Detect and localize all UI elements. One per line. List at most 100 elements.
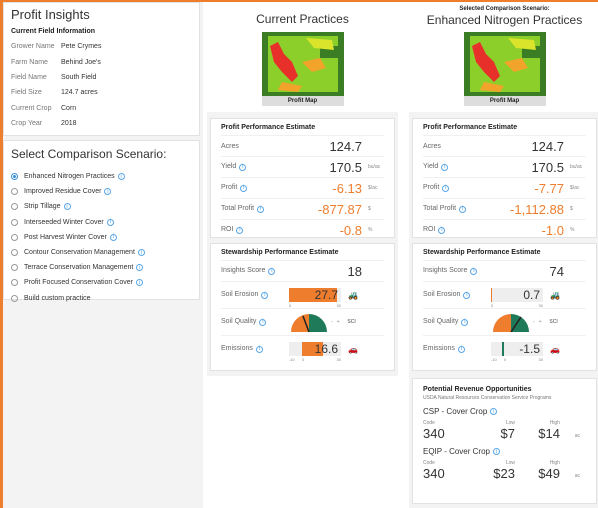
field-info-row: Grower Name Pete Crymes <box>11 39 192 54</box>
opportunities-note: USDA Natural Resources Conservation Serv… <box>423 395 552 401</box>
erosion-bar: 0.7 0 30 <box>491 288 543 308</box>
roi-value: -1.0 <box>541 222 564 238</box>
scenario-option-label: Interseeded Winter Cover <box>24 218 104 226</box>
info-icon[interactable]: i <box>137 249 145 257</box>
score-label: Insights Score i <box>221 267 281 275</box>
radio-button[interactable] <box>11 249 18 257</box>
program-code: 340 <box>423 426 445 441</box>
scenario-option[interactable]: Enhanced Nitrogen Practices i <box>11 169 192 184</box>
current-stewardship-panel: Stewardship Performance Estimate Insight… <box>210 243 395 371</box>
info-icon[interactable]: i <box>239 163 247 171</box>
info-icon[interactable]: i <box>136 264 144 272</box>
quality-min: - <box>331 319 333 325</box>
total-profit-unit: $ <box>368 206 371 212</box>
scenario-option[interactable]: Strip Tillage i <box>11 199 192 214</box>
revenue-opportunities-panel: Potential Revenue Opportunities USDA Nat… <box>412 378 597 504</box>
emissions-axis-max: 30 <box>538 357 543 362</box>
field-info-panel: Profit Insights Current Field Informatio… <box>3 2 200 136</box>
total-profit-label: Total Profit i <box>423 205 483 213</box>
emissions-axis-min: -10 <box>491 357 497 362</box>
field-info-value: Behind Joe's <box>61 58 101 66</box>
emissions-axis-zero: 0 <box>504 357 507 362</box>
scenario-panel: Select Comparison Scenario: Enhanced Nit… <box>3 140 200 302</box>
current-profit-map[interactable] <box>261 32 344 96</box>
roi-value: -0.8 <box>339 222 362 238</box>
erosion-label: Soil Erosion i <box>423 291 491 299</box>
soil-quality-gauge <box>291 314 327 332</box>
scenario-option[interactable]: Post Harvest Winter Cover i <box>11 230 192 245</box>
info-icon[interactable]: i <box>259 318 267 326</box>
acres-value: 124.7 <box>329 138 362 154</box>
info-icon[interactable]: i <box>257 205 265 213</box>
soil-quality-gauge <box>493 314 529 332</box>
emissions-label: Emissions i <box>423 345 491 353</box>
program-block: EQIP - Cover Crop i Code 340 Low $23 High $4… <box>423 447 586 481</box>
info-icon[interactable]: i <box>109 233 117 241</box>
radio-button[interactable] <box>11 218 18 226</box>
radio-button[interactable] <box>11 188 18 196</box>
yield-value: 170.5 <box>531 159 564 175</box>
profit-value: -7.77 <box>534 180 564 196</box>
comparison-profit-map[interactable] <box>463 32 546 96</box>
field-info-row: Current Crop Corn <box>11 101 192 116</box>
radio-button[interactable] <box>11 203 18 211</box>
radio-button[interactable] <box>11 294 18 302</box>
info-icon[interactable]: i <box>492 448 500 455</box>
erosion-value: 0.7 <box>523 288 540 302</box>
info-icon[interactable]: i <box>255 345 263 353</box>
erosion-bar: 27.7 0 30 <box>289 288 341 308</box>
info-icon[interactable]: i <box>438 226 446 234</box>
scenario-option[interactable]: Terrace Conservation Management i <box>11 260 192 275</box>
comparison-profit-heading: Profit Performance Estimate <box>423 124 518 131</box>
comparison-column-title: Enhanced Nitrogen Practices <box>426 13 583 27</box>
info-icon[interactable]: i <box>463 291 471 299</box>
current-practices-column: Current Practices Profit Map Profit Perf… <box>207 2 398 376</box>
scenario-option[interactable]: Contour Conservation Management i <box>11 245 192 260</box>
emissions-bar: -1.5 -10 0 30 <box>491 342 543 362</box>
program-unit: ac <box>574 473 580 479</box>
scenario-option-label: Improved Residue Cover <box>24 188 102 196</box>
scenario-option[interactable]: Interseeded Winter Cover i <box>11 215 192 230</box>
info-icon[interactable]: i <box>240 184 248 192</box>
scenario-option[interactable]: Profit Focused Conservation Cover i <box>11 275 192 290</box>
radio-button[interactable] <box>11 264 18 272</box>
field-info-label: Grower Name <box>11 43 55 51</box>
current-profit-heading: Profit Performance Estimate <box>221 124 316 131</box>
radio-button[interactable] <box>11 233 18 241</box>
opportunities-heading: Potential Revenue Opportunities <box>423 386 532 393</box>
yield-label: Yield i <box>423 163 483 171</box>
info-icon[interactable]: i <box>63 203 71 211</box>
scenario-option-label: Build custom practice <box>24 294 91 302</box>
radio-button[interactable] <box>11 173 18 181</box>
total-profit-label: Total Profit i <box>221 205 281 213</box>
radio-button[interactable] <box>11 279 18 287</box>
info-icon[interactable]: i <box>104 188 112 196</box>
scenario-option-label: Terrace Conservation Management <box>24 264 134 272</box>
emissions-label: Emissions i <box>221 345 289 353</box>
comparison-column: Selected Comparison Scenario: Enhanced N… <box>409 2 598 508</box>
profit-value: -6.13 <box>332 180 362 196</box>
comparison-subtitle: Selected Comparison Scenario: <box>459 6 550 12</box>
comparison-map-caption: Profit Map <box>463 96 546 106</box>
quality-min: - <box>533 319 535 325</box>
info-icon[interactable]: i <box>268 267 276 275</box>
profit-unit: $/ac <box>570 185 580 191</box>
current-profit-panel: Profit Performance Estimate Acres 124.7 Y… <box>210 118 395 238</box>
program-low: $23 <box>493 466 515 481</box>
scenario-option[interactable]: Improved Residue Cover i <box>11 184 192 199</box>
info-icon[interactable]: i <box>457 345 465 353</box>
field-info-label: Crop Year <box>11 120 43 128</box>
info-icon[interactable]: i <box>442 184 450 192</box>
info-icon[interactable]: i <box>135 279 143 287</box>
info-icon[interactable]: i <box>106 218 114 226</box>
info-icon[interactable]: i <box>236 226 244 234</box>
info-icon[interactable]: i <box>490 408 498 415</box>
scenario-option[interactable]: Build custom practice <box>11 291 192 306</box>
info-icon[interactable]: i <box>470 267 478 275</box>
score-value: 74 <box>549 263 564 279</box>
info-icon[interactable]: i <box>117 173 125 181</box>
info-icon[interactable]: i <box>441 163 449 171</box>
info-icon[interactable]: i <box>261 291 269 299</box>
info-icon[interactable]: i <box>461 318 469 326</box>
info-icon[interactable]: i <box>459 205 467 213</box>
